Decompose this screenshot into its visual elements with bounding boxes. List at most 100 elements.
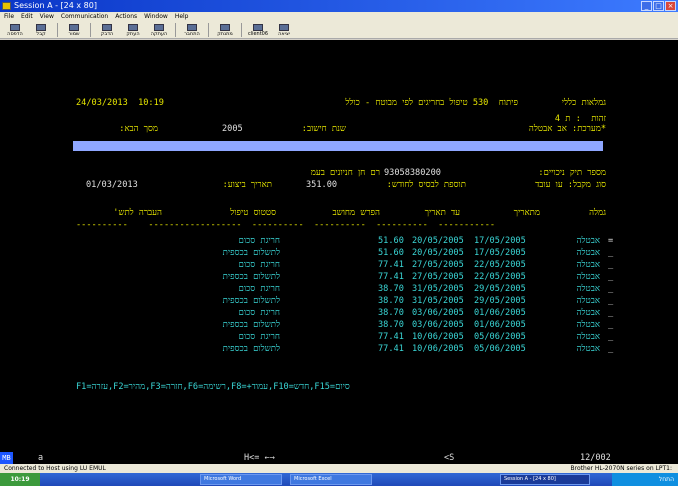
col-to-date: עד תאריך	[424, 208, 460, 218]
menu-view[interactable]: View	[40, 12, 54, 22]
menu-help[interactable]: Help	[175, 12, 189, 22]
taskbar-item-session[interactable]: Session A - [24 x 80]	[500, 474, 590, 485]
row-diff: 51.60	[378, 248, 404, 258]
toolbar-disconnect-button[interactable]: מתנתק	[213, 23, 237, 38]
execution-date-label: תאריך ביצוע:	[222, 180, 272, 190]
row-status: לתשלום בכספית	[222, 344, 280, 354]
row-status: חריגת סכום	[238, 332, 280, 342]
row-select[interactable]: _	[608, 260, 613, 270]
toolbar-exit-button[interactable]: יציאה	[272, 23, 296, 38]
row-status: חריגת סכום	[238, 260, 280, 270]
save-icon	[69, 23, 79, 31]
row-to: 03/06/2005	[412, 320, 464, 330]
toolbar-connect-button[interactable]: התחבר	[180, 23, 204, 38]
row-to: 10/06/2005	[412, 344, 464, 354]
window-title: Session A - [24 x 80]	[14, 1, 97, 10]
row-from: 05/06/2005	[474, 332, 526, 342]
window-titlebar: Session A - [24 x 80] _ □ ×	[0, 0, 678, 12]
toolbar-paste-button[interactable]: הדבק	[95, 23, 119, 38]
menu-window[interactable]: Window	[144, 12, 168, 22]
row-to: 20/05/2005	[412, 236, 464, 246]
id-label: זהות : ת 4	[554, 114, 606, 124]
toolbar-copy-button[interactable]: העתק	[121, 23, 145, 38]
row-benefit: אבטלה	[576, 284, 600, 294]
connection-status: Connected to Host using LU EMUL	[4, 465, 106, 472]
header-underline: ---------- ------------------ ----------…	[76, 220, 496, 230]
close-button[interactable]: ×	[665, 1, 676, 11]
row-diff: 38.70	[378, 308, 404, 318]
row-select[interactable]: _	[608, 284, 613, 294]
client-icon	[253, 23, 263, 31]
row-to: 31/05/2005	[412, 284, 464, 294]
menu-actions[interactable]: Actions	[115, 12, 137, 22]
exit-icon	[279, 23, 289, 31]
row-select[interactable]: _	[608, 272, 613, 282]
row-select[interactable]: _	[608, 332, 613, 342]
row-from: 29/05/2005	[474, 296, 526, 306]
toolbar-client-button[interactable]: client06	[246, 23, 270, 38]
row-benefit: אבטלה	[576, 344, 600, 354]
row-select[interactable]: _	[608, 320, 613, 330]
connect-icon	[187, 23, 197, 31]
cut-icon	[154, 23, 164, 31]
toolbar-print-button[interactable]: הדפסה	[3, 23, 27, 38]
row-from: 17/05/2005	[474, 248, 526, 258]
maximize-button[interactable]: □	[653, 1, 664, 11]
row-select[interactable]: _	[608, 296, 613, 306]
col-handling-status: סטטוס טיפול	[230, 208, 276, 218]
receive-icon	[36, 23, 46, 31]
row-diff: 77.41	[378, 260, 404, 270]
row-status: לתשלום בכספית	[222, 248, 280, 258]
toolbar-save-button[interactable]: שמור	[62, 23, 86, 38]
toolbar-cut-button[interactable]: העתקה	[147, 23, 171, 38]
calc-year-label: שנת חישוב:	[301, 124, 346, 134]
deduction-file-name: רם חן חניונים בעמ	[310, 168, 380, 178]
start-button[interactable]: 10:19	[0, 473, 40, 486]
row-to: 10/06/2005	[412, 332, 464, 342]
row-from: 29/05/2005	[474, 284, 526, 294]
toolbar-separator	[241, 23, 242, 37]
copy-icon	[128, 23, 138, 31]
header-system-name: גמלאות כללי	[561, 98, 606, 108]
start-label: 10:19	[10, 476, 30, 483]
system-field[interactable]: *מערכת: אב אבטלה	[410, 124, 606, 134]
row-from: 01/06/2005	[474, 308, 526, 318]
taskbar: Microsoft Word Microsoft Excel Session A…	[0, 473, 678, 486]
taskbar-item-excel[interactable]: Microsoft Excel	[290, 474, 372, 485]
row-from: 17/05/2005	[474, 236, 526, 246]
row-diff: 51.60	[378, 236, 404, 246]
row-select[interactable]: _	[608, 344, 613, 354]
menu-communication[interactable]: Communication	[61, 12, 108, 22]
row-from: 22/05/2005	[474, 260, 526, 270]
printer-status: Brother HL-2070N series on LPT1:	[570, 465, 672, 472]
paste-icon	[102, 23, 112, 31]
menu-bar: File Edit View Communication Actions Win…	[0, 12, 678, 22]
calc-year-value: 2005	[222, 124, 243, 134]
minimize-button[interactable]: _	[641, 1, 652, 11]
header-title: פיתוח 530 טיפול בחריגים לפי מבוטח - כולל	[345, 98, 518, 108]
row-select[interactable]: _	[608, 248, 613, 258]
row-benefit: אבטלה	[576, 248, 600, 258]
menu-file[interactable]: File	[4, 12, 14, 22]
row-select[interactable]: =	[608, 236, 613, 246]
row-to: 03/06/2005	[412, 308, 464, 318]
row-benefit: אבטלה	[576, 272, 600, 282]
taskbar-item-word[interactable]: Microsoft Word	[200, 474, 282, 485]
menu-edit[interactable]: Edit	[21, 12, 33, 22]
session-letter: a	[38, 453, 44, 463]
row-status: חריגת סכום	[238, 236, 280, 246]
operator-info-area: MB a H<= ←→ <S 12/002	[0, 452, 678, 464]
disconnect-icon	[220, 23, 230, 31]
header-datetime: 24/03/2013 10:19	[76, 98, 164, 108]
next-screen-input[interactable]	[73, 141, 603, 151]
toolbar-receive-button[interactable]: קבל	[29, 23, 53, 38]
tray-clock[interactable]: התחל	[659, 476, 674, 483]
terminal-screen[interactable]: 24/03/2013 10:19 פיתוח 530 טיפול בחריגים…	[0, 40, 678, 452]
toolbar: הדפסה קבל שמור הדבק העתק העתקה התחבר מתנ…	[0, 22, 678, 39]
row-status: לתשלום בכספית	[222, 272, 280, 282]
toolbar-separator	[208, 23, 209, 37]
next-screen-label: מסך הבא:	[119, 124, 158, 134]
monthly-addition-label: תוספת לבסיס לחודש:	[386, 180, 466, 190]
row-select[interactable]: _	[608, 308, 613, 318]
row-diff: 38.70	[378, 296, 404, 306]
